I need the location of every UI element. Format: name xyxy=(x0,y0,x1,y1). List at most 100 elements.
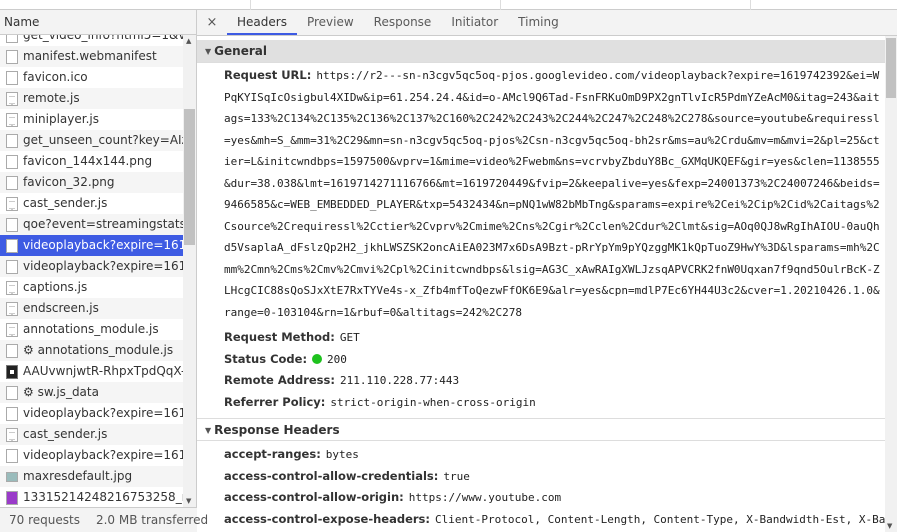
request-row[interactable]: favicon_32.png xyxy=(0,172,183,193)
triangle-down-icon: ▼ xyxy=(205,47,212,56)
blank-file-icon xyxy=(6,343,18,358)
scroll-down-icon[interactable]: ▼ xyxy=(887,522,892,530)
request-row[interactable]: ⚙ sw.js_data xyxy=(0,382,183,403)
blank-file-icon xyxy=(6,35,18,43)
request-name: get_video_info?html5=1&vid xyxy=(23,35,183,42)
blank-file-icon xyxy=(6,238,18,253)
request-name: AAUvwnjwtR-RhpxTpdQqX-7... xyxy=(23,364,183,378)
script-file-icon xyxy=(6,196,18,211)
request-row[interactable]: remote.js xyxy=(0,88,183,109)
tab-initiator[interactable]: Initiator xyxy=(441,10,508,35)
request-method-value: GET xyxy=(339,331,360,344)
request-name: ⚙ sw.js_data xyxy=(23,385,99,399)
request-name: endscreen.js xyxy=(23,301,99,315)
request-name: videoplayback?expire=16197... xyxy=(23,259,183,273)
tab-response[interactable]: Response xyxy=(364,10,442,35)
request-row[interactable]: videoplayback?expire=16197... xyxy=(0,235,183,256)
header-value: true xyxy=(443,469,470,483)
request-row[interactable]: AAUvwnjwtR-RhpxTpdQqX-7... xyxy=(0,361,183,382)
request-row[interactable]: qoe?event=streamingstats&f xyxy=(0,214,183,235)
response-header-row: access-control-allow-credentials: true xyxy=(197,466,885,488)
status-code-value: 200 xyxy=(327,352,347,366)
response-headers-section-header[interactable]: ▼ Response Headers xyxy=(197,418,885,441)
blank-file-icon xyxy=(6,217,18,232)
script-file-icon xyxy=(6,322,18,337)
request-list-panel: Name get_video_info?html5=1&vid manifest.… xyxy=(0,10,208,532)
request-row[interactable]: 13315214248216753258_m... xyxy=(0,487,183,507)
request-row[interactable]: miniplayer.js xyxy=(0,109,183,130)
request-name: 13315214248216753258_m... xyxy=(23,490,183,504)
request-list: get_video_info?html5=1&vid manifest.webma… xyxy=(0,35,183,507)
header-key: access-control-allow-credentials: xyxy=(224,468,439,483)
general-section-header[interactable]: ▼ General xyxy=(197,40,885,63)
request-row[interactable]: endscreen.js xyxy=(0,298,183,319)
referrer-policy-row: Referrer Policy: strict-origin-when-cross… xyxy=(197,392,885,419)
purple-file-icon xyxy=(6,490,18,505)
header-value: Client-Protocol, Content-Length, Content… xyxy=(435,512,885,526)
request-row[interactable]: videoplayback?expire=16197... xyxy=(0,403,183,424)
tab-preview[interactable]: Preview xyxy=(297,10,364,35)
request-name: miniplayer.js xyxy=(23,112,99,126)
blank-file-icon xyxy=(6,175,18,190)
request-row[interactable]: favicon.ico xyxy=(0,67,183,88)
response-header-row: accept-ranges: bytes xyxy=(197,444,885,466)
request-count: 70 requests xyxy=(9,513,80,527)
details-panel: × Headers Preview Response Initiator Tim… xyxy=(197,10,897,532)
request-row[interactable]: get_video_info?html5=1&vid xyxy=(0,35,183,46)
request-method-label: Request Method: xyxy=(224,330,335,344)
request-row[interactable]: maxresdefault.jpg xyxy=(0,466,183,487)
name-column-header[interactable]: Name xyxy=(0,10,196,35)
remote-address-row: Remote Address: 211.110.228.77:443 xyxy=(197,370,885,392)
scroll-down-icon[interactable]: ▼ xyxy=(186,497,191,505)
top-strip xyxy=(0,0,897,10)
header-value: bytes xyxy=(325,448,359,461)
tab-headers[interactable]: Headers xyxy=(227,10,297,35)
script-file-icon xyxy=(6,91,18,106)
request-name: videoplayback?expire=16197... xyxy=(23,238,183,252)
response-headers-title: Response Headers xyxy=(214,423,340,437)
blank-file-icon xyxy=(6,448,18,463)
request-name: videoplayback?expire=16197... xyxy=(23,448,183,462)
request-row[interactable]: manifest.webmanifest xyxy=(0,46,183,67)
request-list-scrollbar[interactable]: ▲ ▼ xyxy=(183,35,196,507)
header-key: access-control-expose-headers: xyxy=(224,511,431,526)
image-file-icon xyxy=(6,364,18,379)
status-code-label: Status Code: xyxy=(224,351,308,366)
request-row[interactable]: videoplayback?expire=16197... xyxy=(0,445,183,466)
request-name: remote.js xyxy=(23,91,80,105)
scroll-up-icon[interactable]: ▲ xyxy=(186,37,191,45)
blank-file-icon xyxy=(6,406,18,421)
request-row[interactable]: videoplayback?expire=16197... xyxy=(0,256,183,277)
request-row[interactable]: annotations_module.js xyxy=(0,319,183,340)
request-name: qoe?event=streamingstats&f xyxy=(23,217,183,231)
blank-file-icon xyxy=(6,154,18,169)
request-name: manifest.webmanifest xyxy=(23,49,157,63)
request-name: favicon_144x144.png xyxy=(23,154,153,168)
tab-timing[interactable]: Timing xyxy=(508,10,569,35)
request-row[interactable]: ⚙ annotations_module.js xyxy=(0,340,183,361)
request-row[interactable]: favicon_144x144.png xyxy=(0,151,183,172)
referrer-policy-value: strict-origin-when-cross-origin xyxy=(330,395,536,409)
request-name: favicon_32.png xyxy=(23,175,115,189)
request-url-row: Request URL: https://r2---sn-n3cgv5qc5oq-… xyxy=(197,63,885,327)
request-name: cast_sender.js xyxy=(23,196,108,210)
request-row[interactable]: cast_sender.js xyxy=(0,424,183,445)
close-icon[interactable]: × xyxy=(197,10,227,35)
blank-file-icon xyxy=(6,133,18,148)
headers-content: ▼ General Request URL: https://r2---sn-n3c… xyxy=(197,36,885,532)
script-file-icon xyxy=(6,427,18,442)
script-file-icon xyxy=(6,280,18,295)
request-url-label: Request URL: xyxy=(224,68,312,82)
blank-file-icon xyxy=(6,70,18,85)
request-row[interactable]: get_unseen_count?key=AIza... xyxy=(0,130,183,151)
scrollbar-thumb[interactable] xyxy=(184,109,195,245)
details-tabs: × Headers Preview Response Initiator Tim… xyxy=(197,10,897,36)
details-scrollbar[interactable]: ▼ xyxy=(885,36,897,532)
request-row[interactable]: captions.js xyxy=(0,277,183,298)
response-header-row: access-control-expose-headers: Client-Pro… xyxy=(197,509,885,531)
blank-file-icon xyxy=(6,49,18,64)
scrollbar-thumb[interactable] xyxy=(886,38,896,98)
request-name: favicon.ico xyxy=(23,70,88,84)
header-key: accept-ranges: xyxy=(224,447,321,461)
request-row[interactable]: cast_sender.js xyxy=(0,193,183,214)
